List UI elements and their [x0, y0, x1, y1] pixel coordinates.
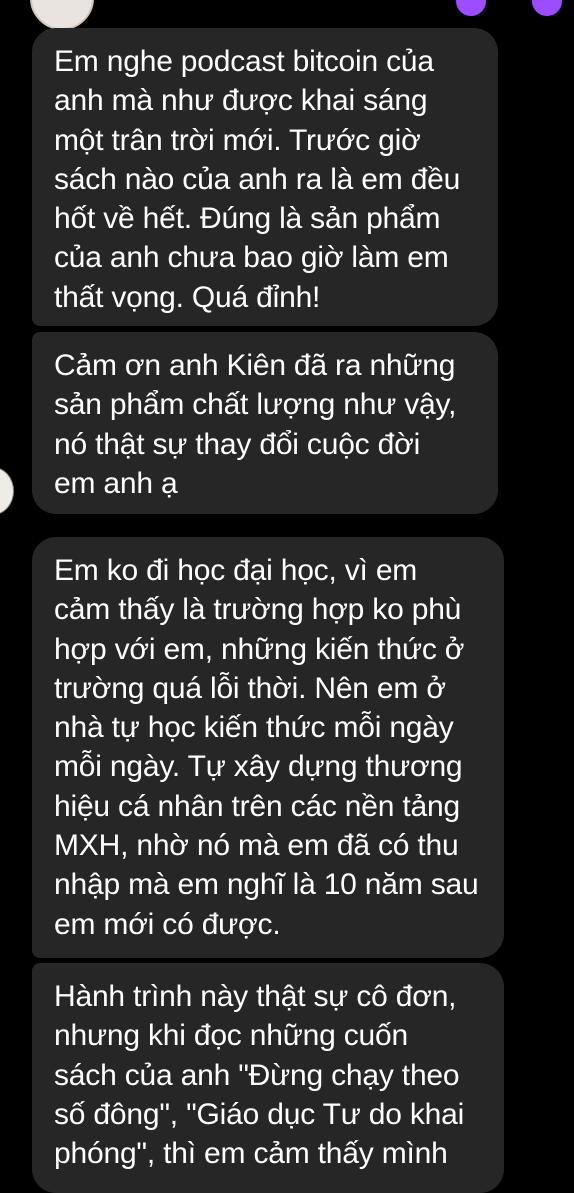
video-call-button[interactable] [532, 0, 562, 16]
chat-header [0, 0, 574, 30]
call-button[interactable] [456, 0, 486, 16]
message-bubble[interactable]: Cảm ơn anh Kiên đã ra những sản phẩm chấ… [32, 332, 498, 514]
message-bubble[interactable]: Em ko đi học đại học, vì em cảm thấy là … [32, 537, 504, 958]
message-bubble[interactable]: Em nghe podcast bitcoin của anh mà như đ… [32, 28, 498, 326]
contact-avatar[interactable] [30, 0, 94, 30]
message-bubble[interactable]: Hành trình này thật sự cô đơn, nhưng khi… [32, 963, 504, 1193]
sender-avatar[interactable] [0, 467, 14, 515]
